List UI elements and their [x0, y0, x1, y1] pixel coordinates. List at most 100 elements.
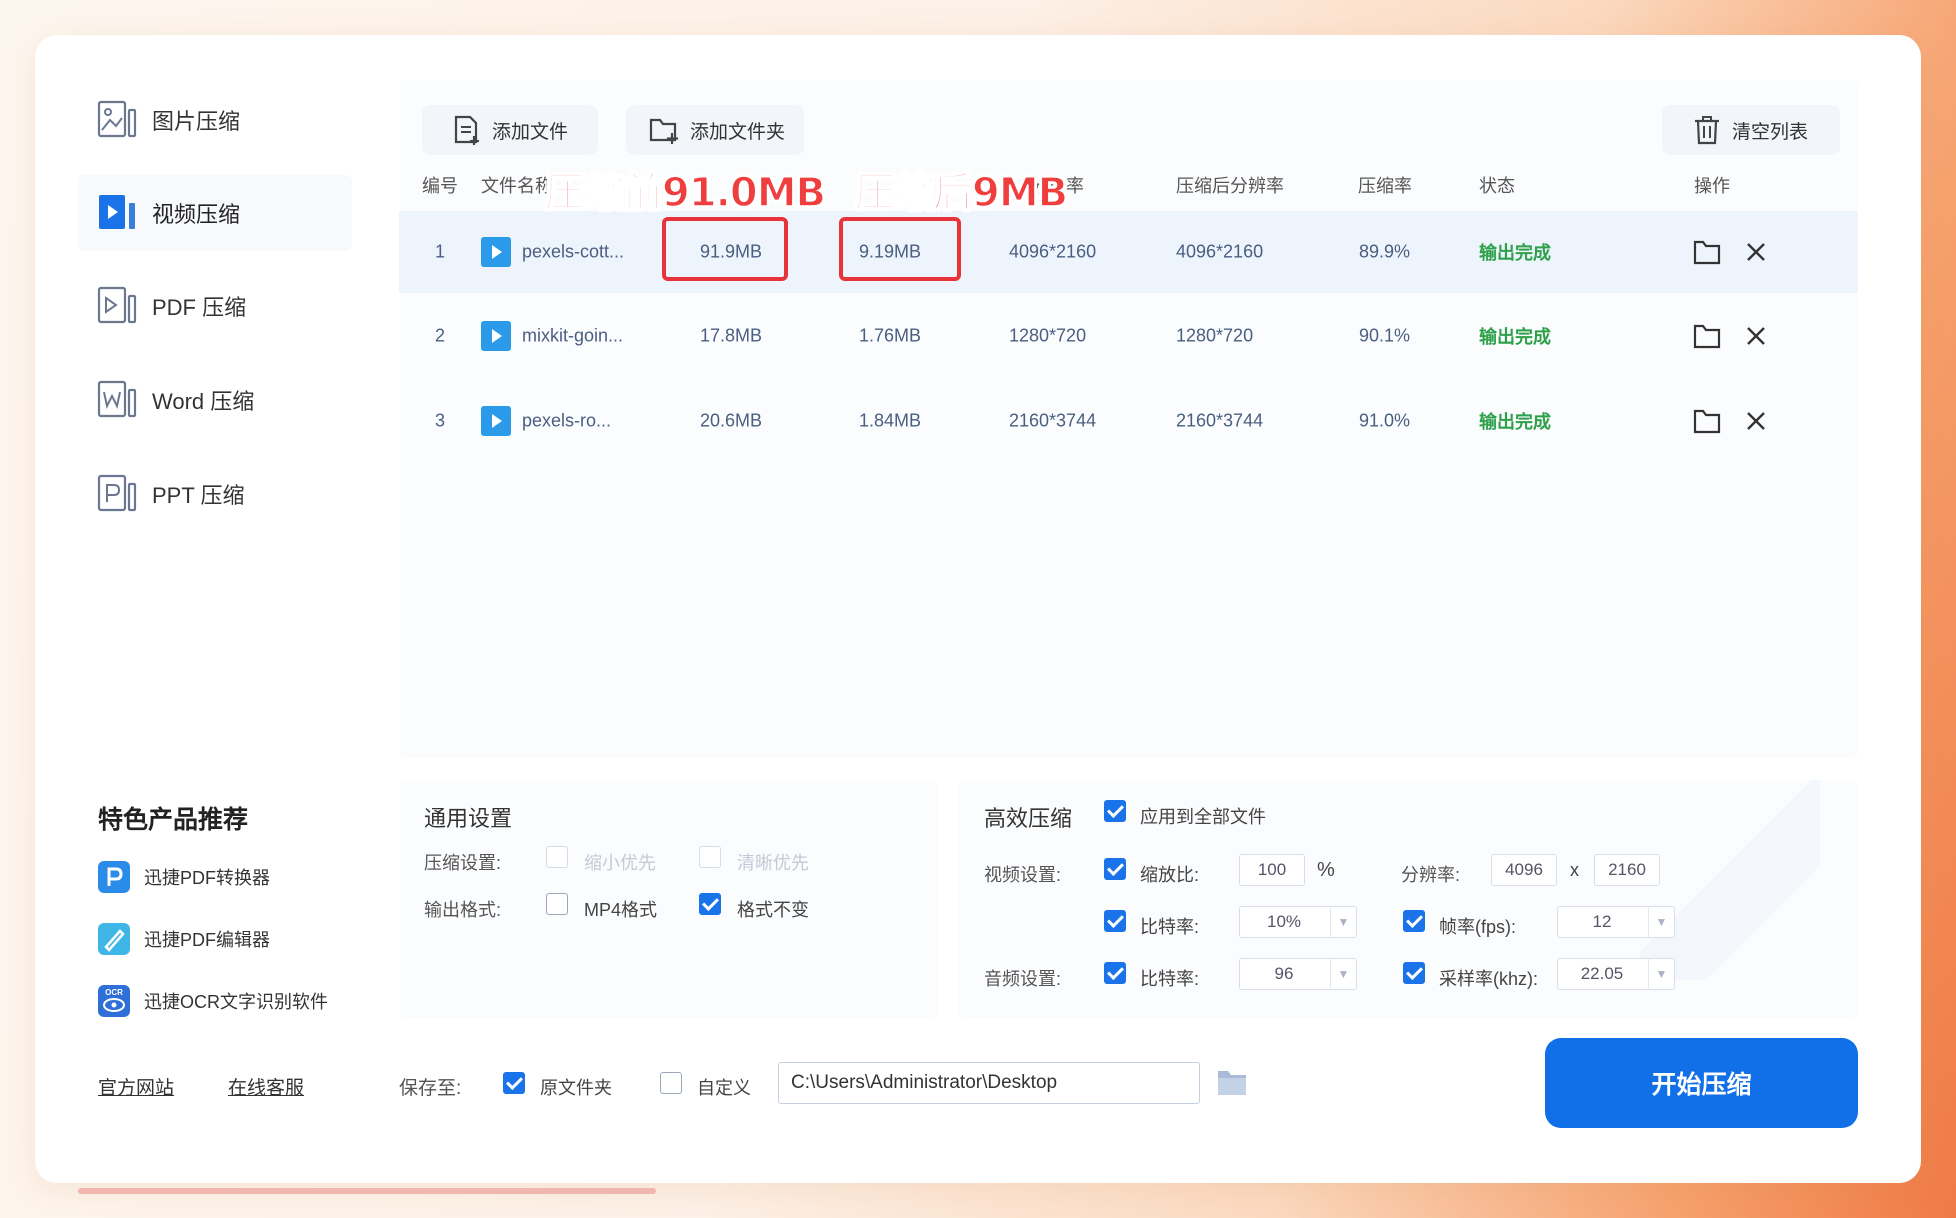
chevron-down-icon: ▼	[1330, 959, 1356, 989]
video-play-icon	[481, 237, 511, 267]
official-website-link[interactable]: 官方网站	[98, 1073, 174, 1100]
audio-bitrate-checkbox[interactable]	[1104, 962, 1126, 984]
nav-label: 图片压缩	[152, 109, 241, 134]
col-header-name: 文件名称	[481, 176, 553, 196]
trash-icon	[1695, 116, 1719, 145]
add-file-button[interactable]: 添加文件	[422, 105, 598, 155]
annotation-after: 压缩后9MB	[854, 169, 1069, 217]
video-file-icon	[99, 195, 135, 229]
original-folder-checkbox[interactable]	[503, 1072, 525, 1094]
mp4-format-label: MP4格式	[584, 900, 658, 920]
video-settings-label: 视频设置:	[984, 865, 1062, 885]
bitrate-value: 10%	[1266, 912, 1302, 931]
sample-rate-select[interactable]: 22.05 ▼	[1557, 958, 1675, 990]
resolution: 1280*720	[1009, 325, 1087, 346]
resolution-width-input[interactable]: 4096	[1491, 854, 1557, 886]
clear-priority-checkbox[interactable]	[699, 846, 721, 868]
pdf-converter-icon	[98, 861, 130, 893]
fps-value: 12	[1592, 912, 1612, 931]
word-file-icon	[97, 380, 137, 418]
col-header-index: 编号	[422, 176, 458, 196]
sample-rate-checkbox[interactable]	[1403, 962, 1425, 984]
recommend-pdf-converter[interactable]: 迅捷PDF转换器	[98, 860, 270, 894]
recommend-label: 迅捷PDF编辑器	[144, 930, 270, 950]
close-icon[interactable]	[1745, 241, 1767, 263]
online-service-link[interactable]: 在线客服	[228, 1073, 304, 1100]
resolution-after: 4096*2160	[1176, 241, 1264, 262]
apply-all-checkbox[interactable]	[1104, 800, 1126, 822]
close-icon[interactable]	[1745, 325, 1767, 347]
ppt-file-icon	[97, 474, 137, 512]
ocr-eye-icon: OCR	[98, 985, 130, 1017]
start-compress-button[interactable]: 开始压缩	[1545, 1038, 1858, 1128]
resolution: 4096*2160	[1009, 241, 1097, 262]
resolution-after: 1280*720	[1176, 325, 1254, 346]
fps-select[interactable]: 12 ▼	[1557, 906, 1675, 938]
scale-input[interactable]: 100	[1239, 854, 1305, 886]
audio-bitrate-select[interactable]: 96 ▼	[1239, 958, 1357, 990]
nav-label: Word 压缩	[152, 389, 255, 414]
nav-item-word[interactable]: Word 压缩	[40, 362, 312, 438]
fps-checkbox[interactable]	[1403, 910, 1425, 932]
sample-rate-value: 22.05	[1580, 964, 1624, 983]
size-after: 1.84MB	[859, 410, 922, 431]
clear-list-label: 清空列表	[1732, 121, 1809, 143]
original-folder-label: 原文件夹	[540, 1078, 612, 1098]
folder-icon[interactable]	[1693, 408, 1721, 434]
recommend-title: 特色产品推荐	[98, 806, 249, 834]
scale-label: 缩放比:	[1140, 865, 1200, 885]
col-header-actions: 操作	[1694, 176, 1730, 196]
file-name: mixkit-goin...	[522, 325, 624, 346]
compress-setting-label: 压缩设置:	[424, 853, 502, 873]
recommend-label: 迅捷PDF转换器	[144, 868, 270, 888]
small-priority-checkbox[interactable]	[546, 846, 568, 868]
sample-rate-label: 采样率(khz):	[1439, 969, 1538, 989]
nav-item-video[interactable]: 视频压缩	[78, 175, 352, 251]
size-after: 1.76MB	[859, 325, 922, 346]
save-path-input[interactable]: C:\Users\Administrator\Desktop	[778, 1062, 1200, 1104]
pdf-file-icon	[97, 286, 137, 324]
video-play-icon	[481, 321, 511, 351]
save-to-label: 保存至:	[399, 1078, 462, 1099]
size-before: 17.8MB	[700, 325, 763, 346]
bitrate-checkbox[interactable]	[1104, 910, 1126, 932]
recommend-ocr[interactable]: OCR 迅捷OCR文字识别软件	[98, 984, 328, 1018]
scale-checkbox[interactable]	[1104, 858, 1126, 880]
add-file-icon	[454, 115, 479, 145]
pdf-editor-icon	[98, 923, 130, 955]
keep-format-checkbox[interactable]	[699, 893, 721, 915]
nav-item-pdf[interactable]: PDF 压缩	[40, 268, 312, 344]
custom-folder-checkbox[interactable]	[660, 1072, 682, 1094]
row-index: 1	[435, 241, 446, 262]
resolution-label: 分辨率:	[1401, 865, 1461, 885]
clear-priority-label: 清晰优先	[737, 853, 809, 873]
output-format-label: 输出格式:	[424, 900, 502, 920]
bitrate-select[interactable]: 10% ▼	[1239, 906, 1357, 938]
table-row[interactable]: 1 pexels-cott... 91.9MB 9.19MB 4096*2160…	[399, 211, 1858, 293]
resolution-x: x	[1570, 860, 1579, 880]
compression-ratio: 90.1%	[1359, 325, 1411, 346]
add-folder-button[interactable]: 添加文件夹	[626, 105, 804, 155]
clear-list-button[interactable]: 清空列表	[1662, 105, 1840, 155]
resolution-height-input[interactable]: 2160	[1594, 854, 1660, 886]
nav-item-image[interactable]: 图片压缩	[40, 82, 312, 158]
recommend-pdf-editor[interactable]: 迅捷PDF编辑器	[98, 922, 270, 956]
table-row[interactable]: 3 pexels-ro... 20.6MB 1.84MB 2160*3744 2…	[399, 380, 1858, 462]
highlight-box-before	[662, 217, 788, 281]
add-file-label: 添加文件	[492, 121, 569, 143]
resolution-after: 2160*3744	[1176, 410, 1264, 431]
scrollbar[interactable]	[78, 1188, 656, 1194]
compression-ratio: 89.9%	[1359, 241, 1411, 262]
nav-item-ppt[interactable]: PPT 压缩	[40, 456, 312, 532]
apply-all-label: 应用到全部文件	[1140, 807, 1266, 827]
folder-icon[interactable]	[1693, 323, 1721, 349]
folder-icon[interactable]	[1693, 239, 1721, 265]
nav-label: PDF 压缩	[152, 295, 247, 320]
table-row[interactable]: 2 mixkit-goin... 17.8MB 1.76MB 1280*720 …	[399, 295, 1858, 377]
mp4-format-checkbox[interactable]	[546, 893, 568, 915]
close-icon[interactable]	[1745, 410, 1767, 432]
row-index: 2	[435, 325, 446, 346]
file-name: pexels-cott...	[522, 241, 625, 262]
recommend-label: 迅捷OCR文字识别软件	[144, 992, 328, 1012]
browse-folder-icon[interactable]	[1217, 1068, 1247, 1096]
